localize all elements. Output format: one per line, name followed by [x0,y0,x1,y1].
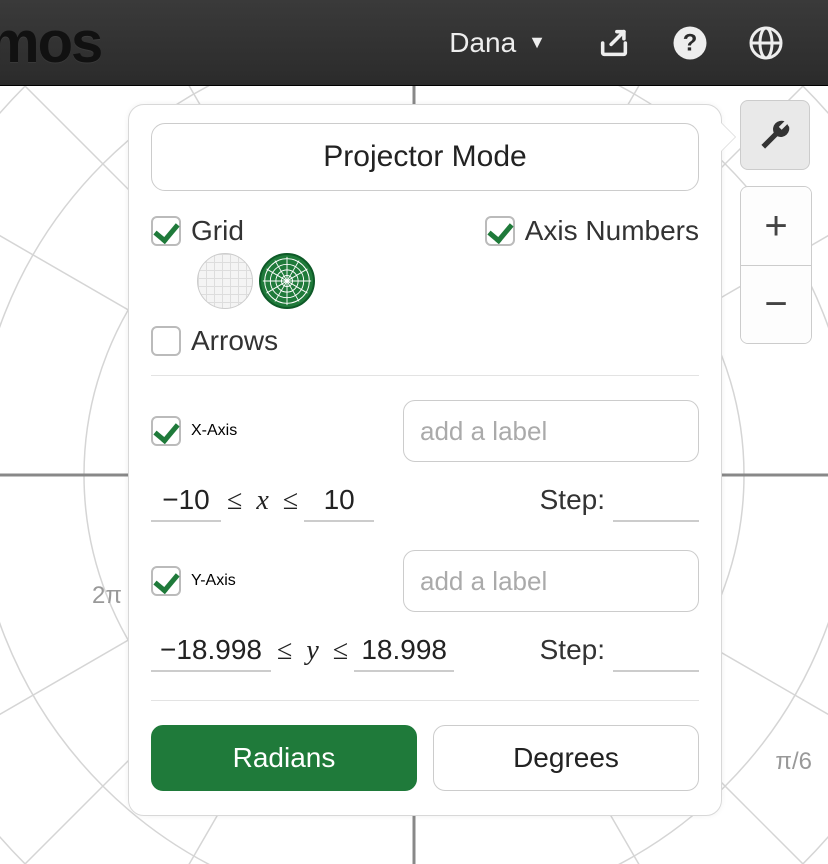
share-icon[interactable] [590,19,638,67]
degrees-button[interactable]: Degrees [433,725,699,791]
zoom-out-button[interactable]: − [741,265,811,343]
y-step-input[interactable] [613,631,699,672]
graph-label-pi6: π/6 [775,748,812,776]
grid-label: Grid [191,215,244,247]
arrows-checkbox[interactable] [151,326,181,356]
app-logo: mos [0,9,101,76]
graph-controls: + − [740,100,812,344]
x-min-input[interactable]: −10 [151,480,221,522]
projector-mode-button[interactable]: Projector Mode [151,123,699,191]
axis-numbers-label: Axis Numbers [525,215,699,247]
axis-numbers-checkbox[interactable] [485,216,515,246]
y-min-input[interactable]: −18.998 [151,630,271,672]
zoom-in-button[interactable]: + [741,187,811,265]
leq-symbol: ≤ [227,485,242,517]
leq-symbol: ≤ [277,635,292,667]
username-label: Dana [449,27,516,59]
divider [151,375,699,376]
svg-text:?: ? [683,29,698,56]
x-axis-checkbox[interactable] [151,416,181,446]
zoom-controls: + − [740,186,812,344]
x-variable: x [256,485,268,517]
app-header: mos Dana ▼ ? [0,0,828,86]
cartesian-grid-option[interactable] [197,253,253,309]
arrows-label: Arrows [191,325,278,357]
y-axis-label: Y-Axis [191,572,236,590]
x-axis-label-input[interactable] [403,400,699,462]
x-max-input[interactable]: 10 [304,480,374,522]
y-axis-settings: Y-Axis −18.998 ≤ y ≤ 18.998 Step: [151,550,699,672]
graph-label-2pi: 2π [92,582,122,610]
y-max-input[interactable]: 18.998 [354,630,454,672]
leq-symbol: ≤ [283,485,298,517]
y-variable: y [306,635,318,667]
y-axis-label-input[interactable] [403,550,699,612]
x-axis-label: X-Axis [191,422,237,440]
y-step-label: Step: [540,634,605,666]
radians-button[interactable]: Radians [151,725,417,791]
x-step-input[interactable] [613,481,699,522]
settings-button[interactable] [740,100,810,170]
grid-checkbox[interactable] [151,216,181,246]
user-menu[interactable]: Dana ▼ [449,27,546,59]
caret-down-icon: ▼ [528,32,546,53]
graph-settings-panel: Projector Mode Grid Axis Numbers Arr [128,104,722,816]
divider [151,700,699,701]
y-axis-checkbox[interactable] [151,566,181,596]
x-step-label: Step: [540,484,605,516]
wrench-icon [758,118,792,152]
leq-symbol: ≤ [333,635,348,667]
language-icon[interactable] [742,19,790,67]
polar-grid-option[interactable] [259,253,315,309]
help-icon[interactable]: ? [666,19,714,67]
x-axis-settings: X-Axis −10 ≤ x ≤ 10 Step: [151,400,699,522]
polar-grid-icon [261,255,313,307]
